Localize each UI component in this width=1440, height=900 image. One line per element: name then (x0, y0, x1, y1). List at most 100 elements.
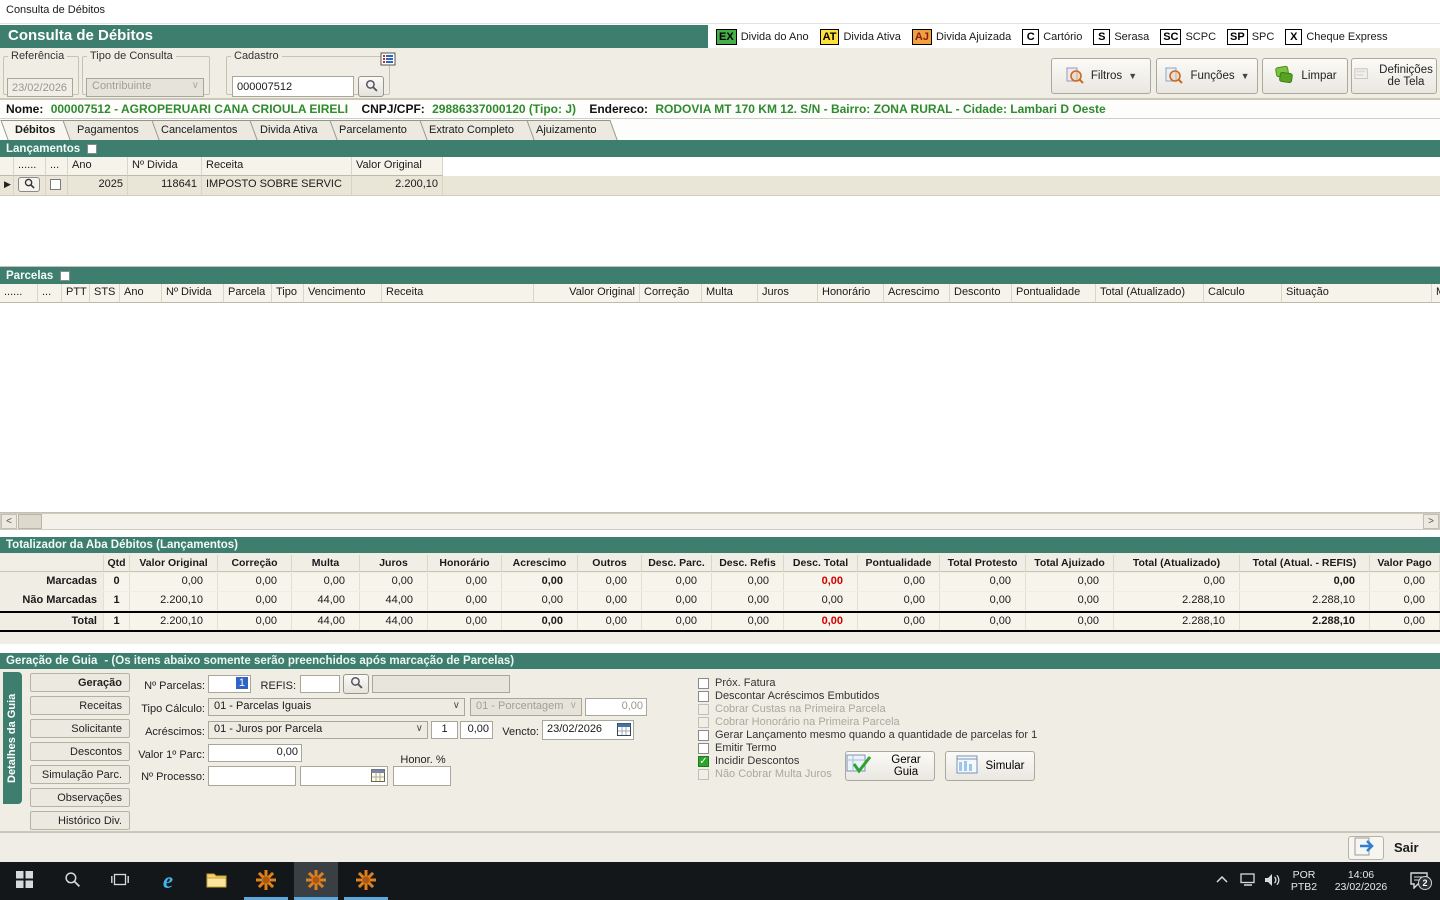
language-indicator[interactable]: PORPTB2 (1286, 862, 1322, 900)
funcoes-button[interactable]: Funções ▼ (1156, 58, 1258, 94)
legend-label: Cartório (1043, 31, 1082, 43)
sair-button[interactable] (1348, 836, 1384, 860)
network-tray-button[interactable] (1236, 862, 1260, 900)
num-processo-input[interactable] (208, 766, 296, 786)
vencto-date-input[interactable]: 23/02/2026 (542, 720, 634, 740)
table-row[interactable]: ▶ 2025 118641 IMPOSTO SOBRE SERVIC 2.200… (0, 176, 1440, 196)
parcelas-title: Parcelas (6, 270, 53, 282)
app-icon-2-active[interactable] (294, 862, 338, 900)
row-label: Não Marcadas (0, 592, 104, 610)
internet-explorer-button[interactable]: e (146, 862, 190, 900)
page-header: Consulta de Débitos EXDivida do AnoATDiv… (0, 25, 1440, 48)
nav-observacoes[interactable]: Observações (30, 788, 130, 807)
gerar-guia-button[interactable]: Gerar Guia (845, 751, 935, 781)
nav-historico-div[interactable]: Histórico Div. (30, 811, 130, 830)
checkbox-descontar-acrescimos-embutidos[interactable]: Descontar Acréscimos Embutidos (698, 690, 879, 702)
value-cell: 2.200,10 (130, 592, 218, 610)
checkbox-incidir-descontos[interactable]: ✓Incidir Descontos (698, 755, 799, 767)
filtros-button[interactable]: Filtros ▼ (1051, 58, 1151, 94)
cadastro-search-button[interactable] (358, 76, 384, 97)
volume-tray-button[interactable] (1260, 862, 1284, 900)
sair-label[interactable]: Sair (1394, 840, 1419, 855)
value-cell: 0,00 (1026, 573, 1114, 591)
tipo-calculo-select[interactable]: 01 - Parcelas Iguais (208, 698, 465, 716)
acrescimos-count-input[interactable]: 1 (431, 721, 458, 739)
checkbox-prox-fatura[interactable]: Próx. Fatura (698, 677, 776, 689)
totalizador-row-marcadas: Marcadas00,000,000,000,000,000,000,000,0… (0, 573, 1440, 591)
tab-parcelamento[interactable]: Parcelamento (324, 120, 427, 140)
checkbox-cobrar-honorario-na-primeira-parcela[interactable]: Cobrar Honorário na Primeira Parcela (698, 716, 900, 728)
checkbox-nao-cobrar-multa-juros[interactable]: Não Cobrar Multa Juros (698, 768, 832, 780)
tab-label: Parcelamento (339, 124, 407, 136)
cnpj-value: 29886337000120 (Tipo: J) (432, 102, 576, 116)
value-cell: 0,00 (642, 613, 712, 630)
checkbox-cobrar-custas-na-primeira-parcela[interactable]: Cobrar Custas na Primeira Parcela (698, 703, 886, 715)
row-checkbox[interactable] (50, 179, 61, 190)
value-cell: 0,00 (428, 592, 502, 610)
clock[interactable]: 14:0623/02/2026 (1324, 862, 1398, 900)
tray-chevron-button[interactable] (1210, 862, 1234, 900)
parcelas-select-all-checkbox[interactable] (60, 271, 70, 281)
value-cell: 0,00 (360, 573, 428, 591)
porcentagem-select[interactable]: 01 - Porcentagem (470, 698, 582, 716)
start-button[interactable] (2, 862, 46, 900)
limpar-button[interactable]: Limpar (1262, 58, 1348, 94)
num-processo-label: Nº Processo: (120, 768, 205, 786)
tipo-consulta-select[interactable]: Contribuinte (86, 78, 204, 97)
tab-ajuizamento[interactable]: Ajuizamento (521, 120, 617, 140)
definicoes-tela-button[interactable]: Definições de Tela (1351, 58, 1437, 94)
tab-extrato-completo[interactable]: Extrato Completo (414, 120, 534, 140)
processo-date-input[interactable] (300, 766, 388, 786)
refis-search-button[interactable] (343, 674, 369, 694)
app-icon-3[interactable] (344, 862, 388, 900)
legend-item-scpc: SCSCPC (1160, 29, 1216, 45)
nav-receitas[interactable]: Receitas (30, 696, 130, 715)
cadastro-input[interactable] (232, 76, 354, 97)
tab-pagamentos[interactable]: Pagamentos (63, 120, 160, 140)
cell-valor-original: 2.200,10 (352, 176, 443, 195)
lancamentos-title: Lançamentos (6, 143, 80, 155)
app-icon-1[interactable] (244, 862, 288, 900)
porcentagem-num-input[interactable]: 0,00 (585, 698, 647, 716)
acrescimos-valor-input[interactable]: 0,00 (460, 721, 493, 739)
scroll-left-button[interactable]: < (1, 514, 17, 529)
valor-primeira-parcela-input[interactable]: 0,00 (208, 744, 302, 762)
tab-cancelamentos[interactable]: Cancelamentos (146, 120, 258, 140)
legend-label: SPC (1252, 31, 1275, 43)
checkbox-label: Próx. Fatura (715, 677, 776, 689)
honor-percent-input[interactable] (393, 766, 451, 786)
refis-input[interactable] (300, 675, 340, 693)
row-search-button[interactable] (18, 177, 40, 192)
num-parcelas-input[interactable]: 1 (208, 675, 251, 693)
search-icon (365, 79, 378, 95)
simular-button[interactable]: Simular (945, 751, 1035, 781)
acrescimos-select[interactable]: 01 - Juros por Parcela (208, 721, 428, 739)
legend-bar: EXDivida do AnoATDivida AtivaAJDivida Aj… (712, 25, 1440, 48)
nav-solicitante[interactable]: Solicitante (30, 719, 130, 738)
task-view-button[interactable] (98, 862, 142, 900)
detalhes-guia-tab[interactable]: Detalhes da Guia (3, 672, 22, 804)
tab-divida-ativa[interactable]: Divida Ativa (245, 120, 338, 140)
definicoes-label: Definições de Tela (1377, 64, 1435, 88)
list-icon[interactable] (380, 52, 396, 69)
referencia-input[interactable] (7, 78, 73, 97)
checkbox-gerar-lancamento-mesmo-quando-a-quantidade-de-parcelas-for-1[interactable]: Gerar Lançamento mesmo quando a quantida… (698, 729, 1037, 741)
nav-simulacao-parc[interactable]: Simulação Parc. (30, 765, 130, 784)
taskbar-search-button[interactable] (50, 862, 94, 900)
nav-geracao[interactable]: Geração (30, 673, 130, 692)
calendar-icon[interactable] (371, 769, 385, 782)
file-explorer-button[interactable] (194, 862, 238, 900)
value-cell: 0,00 (218, 613, 292, 630)
notification-center-button[interactable]: 2 (1402, 862, 1436, 900)
chevron-down-icon: ▼ (1128, 71, 1137, 81)
lancamentos-header-row: .........AnoNº DividaReceitaValor Origin… (0, 157, 1440, 176)
calendar-icon[interactable] (617, 723, 631, 736)
horizontal-scrollbar[interactable]: < > (0, 513, 1440, 530)
checkbox-emitir-termo[interactable]: Emitir Termo (698, 742, 777, 754)
chevron-down-icon: ▼ (1241, 71, 1250, 81)
scrollbar-thumb[interactable] (18, 514, 42, 529)
value-cell: 0,00 (130, 573, 218, 591)
lancamentos-select-all-checkbox[interactable] (87, 144, 97, 154)
scroll-right-button[interactable]: > (1423, 514, 1439, 529)
value-cell: 0,00 (1370, 613, 1440, 630)
